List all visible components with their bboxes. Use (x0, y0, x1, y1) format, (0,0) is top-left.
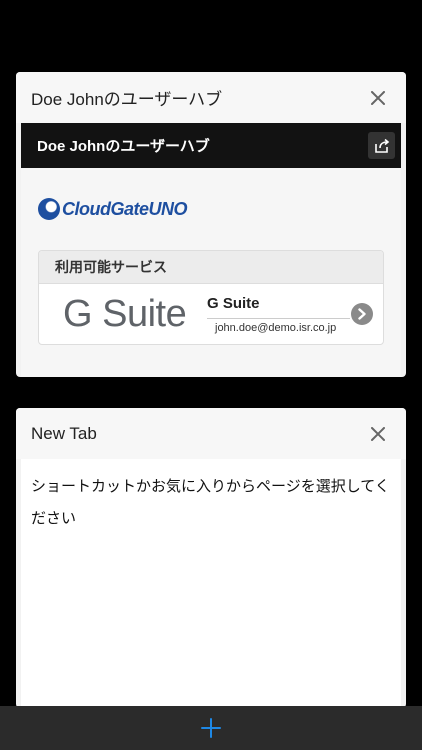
tab-title: Doe Johnのユーザーハブ (31, 90, 223, 109)
gsuite-logo: G Suite (63, 292, 187, 335)
tab-card-header: New Tab (16, 408, 406, 459)
close-icon (371, 426, 385, 441)
cloudgate-logo-icon (38, 198, 60, 220)
site-title: Doe Johnのユーザーハブ (37, 138, 210, 155)
tab-card-header: Doe Johnのユーザーハブ (16, 72, 406, 123)
tab-card-user-hub[interactable]: Doe Johnのユーザーハブ Doe Johnのユーザーハブ CloudGat… (16, 72, 406, 377)
chevron-right-icon (358, 308, 366, 320)
logo-row: CloudGateUNO (21, 168, 401, 250)
close-icon (371, 90, 385, 105)
services-panel: 利用可能サービス G Suite G Suite john.doe@demo.i… (38, 250, 384, 345)
close-tab-button[interactable] (366, 86, 390, 110)
tab-card-new-tab[interactable]: New Tab ショートカットかお気に入りからページを選択してください (16, 408, 406, 708)
close-tab-button[interactable] (366, 422, 390, 446)
add-tab-button[interactable] (196, 713, 226, 743)
bottom-toolbar (0, 706, 422, 750)
service-info: G Suite john.doe@demo.isr.co.jp (207, 295, 351, 334)
share-button[interactable] (368, 132, 395, 159)
service-open-button[interactable] (351, 303, 373, 325)
share-icon (374, 138, 389, 153)
new-tab-message: ショートカットかお気に入りからページを選択してください (31, 477, 390, 527)
cloudgate-logo: CloudGateUNO (62, 198, 188, 219)
site-header: Doe Johnのユーザーハブ (21, 123, 401, 168)
service-row-gsuite[interactable]: G Suite G Suite john.doe@demo.isr.co.jp (39, 284, 383, 344)
tab-title: New Tab (31, 423, 97, 443)
services-header: 利用可能サービス (39, 251, 383, 284)
plus-icon (201, 718, 221, 738)
tab-preview[interactable]: Doe Johnのユーザーハブ CloudGateUNO 利用可能サービス G … (21, 123, 401, 377)
tab-preview[interactable]: ショートカットかお気に入りからページを選択してください (21, 459, 401, 708)
service-name: G Suite (207, 294, 260, 312)
service-email: john.doe@demo.isr.co.jp (207, 317, 350, 334)
